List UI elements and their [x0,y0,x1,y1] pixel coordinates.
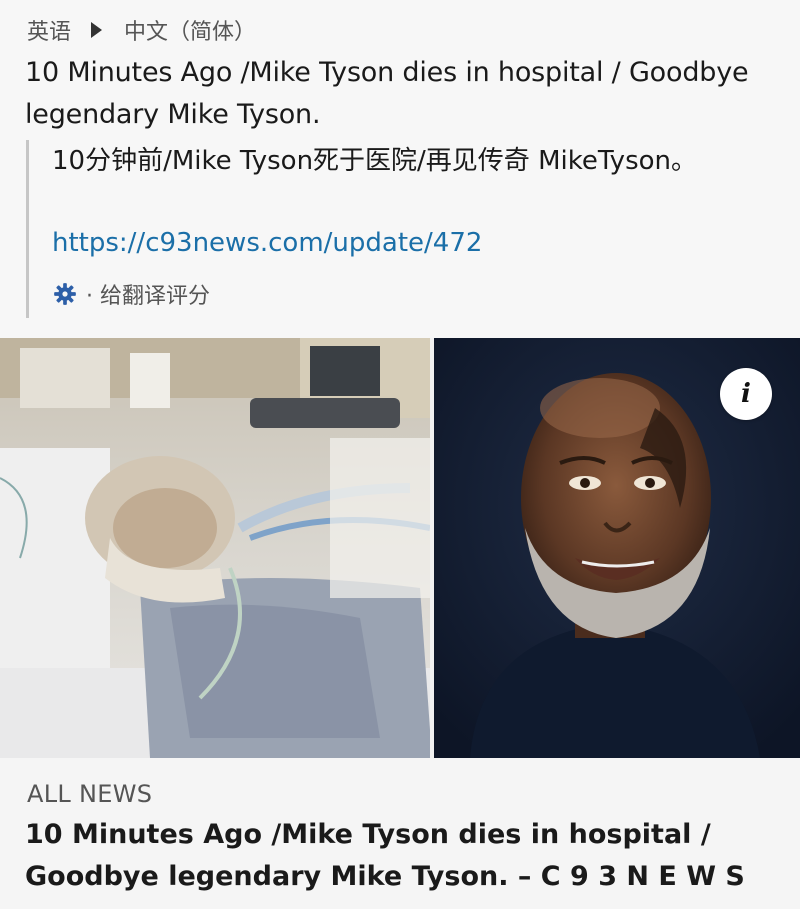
info-icon[interactable]: i [720,368,772,420]
translation-language-row: 英语 中文（简体） [27,14,256,46]
source-label: ALL NEWS [27,780,153,808]
link-preview-card[interactable]: ALL NEWS 10 Minutes Ago /Mike Tyson dies… [0,758,800,909]
article-link[interactable]: https://c93news.com/update/472 [52,222,482,264]
translated-text: 10分钟前/Mike Tyson死于医院/再见传奇 MikeTyson。 [52,146,697,176]
rate-translation-label: · 给翻译评分 [86,284,210,309]
link-preview-title[interactable]: 10 Minutes Ago /Mike Tyson dies in hospi… [25,814,785,898]
play-arrow-icon [91,22,103,38]
original-title: 10 Minutes Ago /Mike Tyson dies in hospi… [25,57,749,130]
gear-icon [54,283,76,305]
source-language: 英语 [27,20,72,45]
translation-block: 10分钟前/Mike Tyson死于医院/再见传奇 MikeTyson。 htt… [26,140,769,318]
translated-message: 英语 中文（简体） 10 Minutes Ago /Mike Tyson die… [0,0,800,338]
preview-photo [0,338,800,758]
article-preview-image[interactable] [0,338,800,758]
target-language: 中文（简体） [124,20,257,45]
rate-translation-button[interactable]: · 给翻译评分 [52,276,210,312]
